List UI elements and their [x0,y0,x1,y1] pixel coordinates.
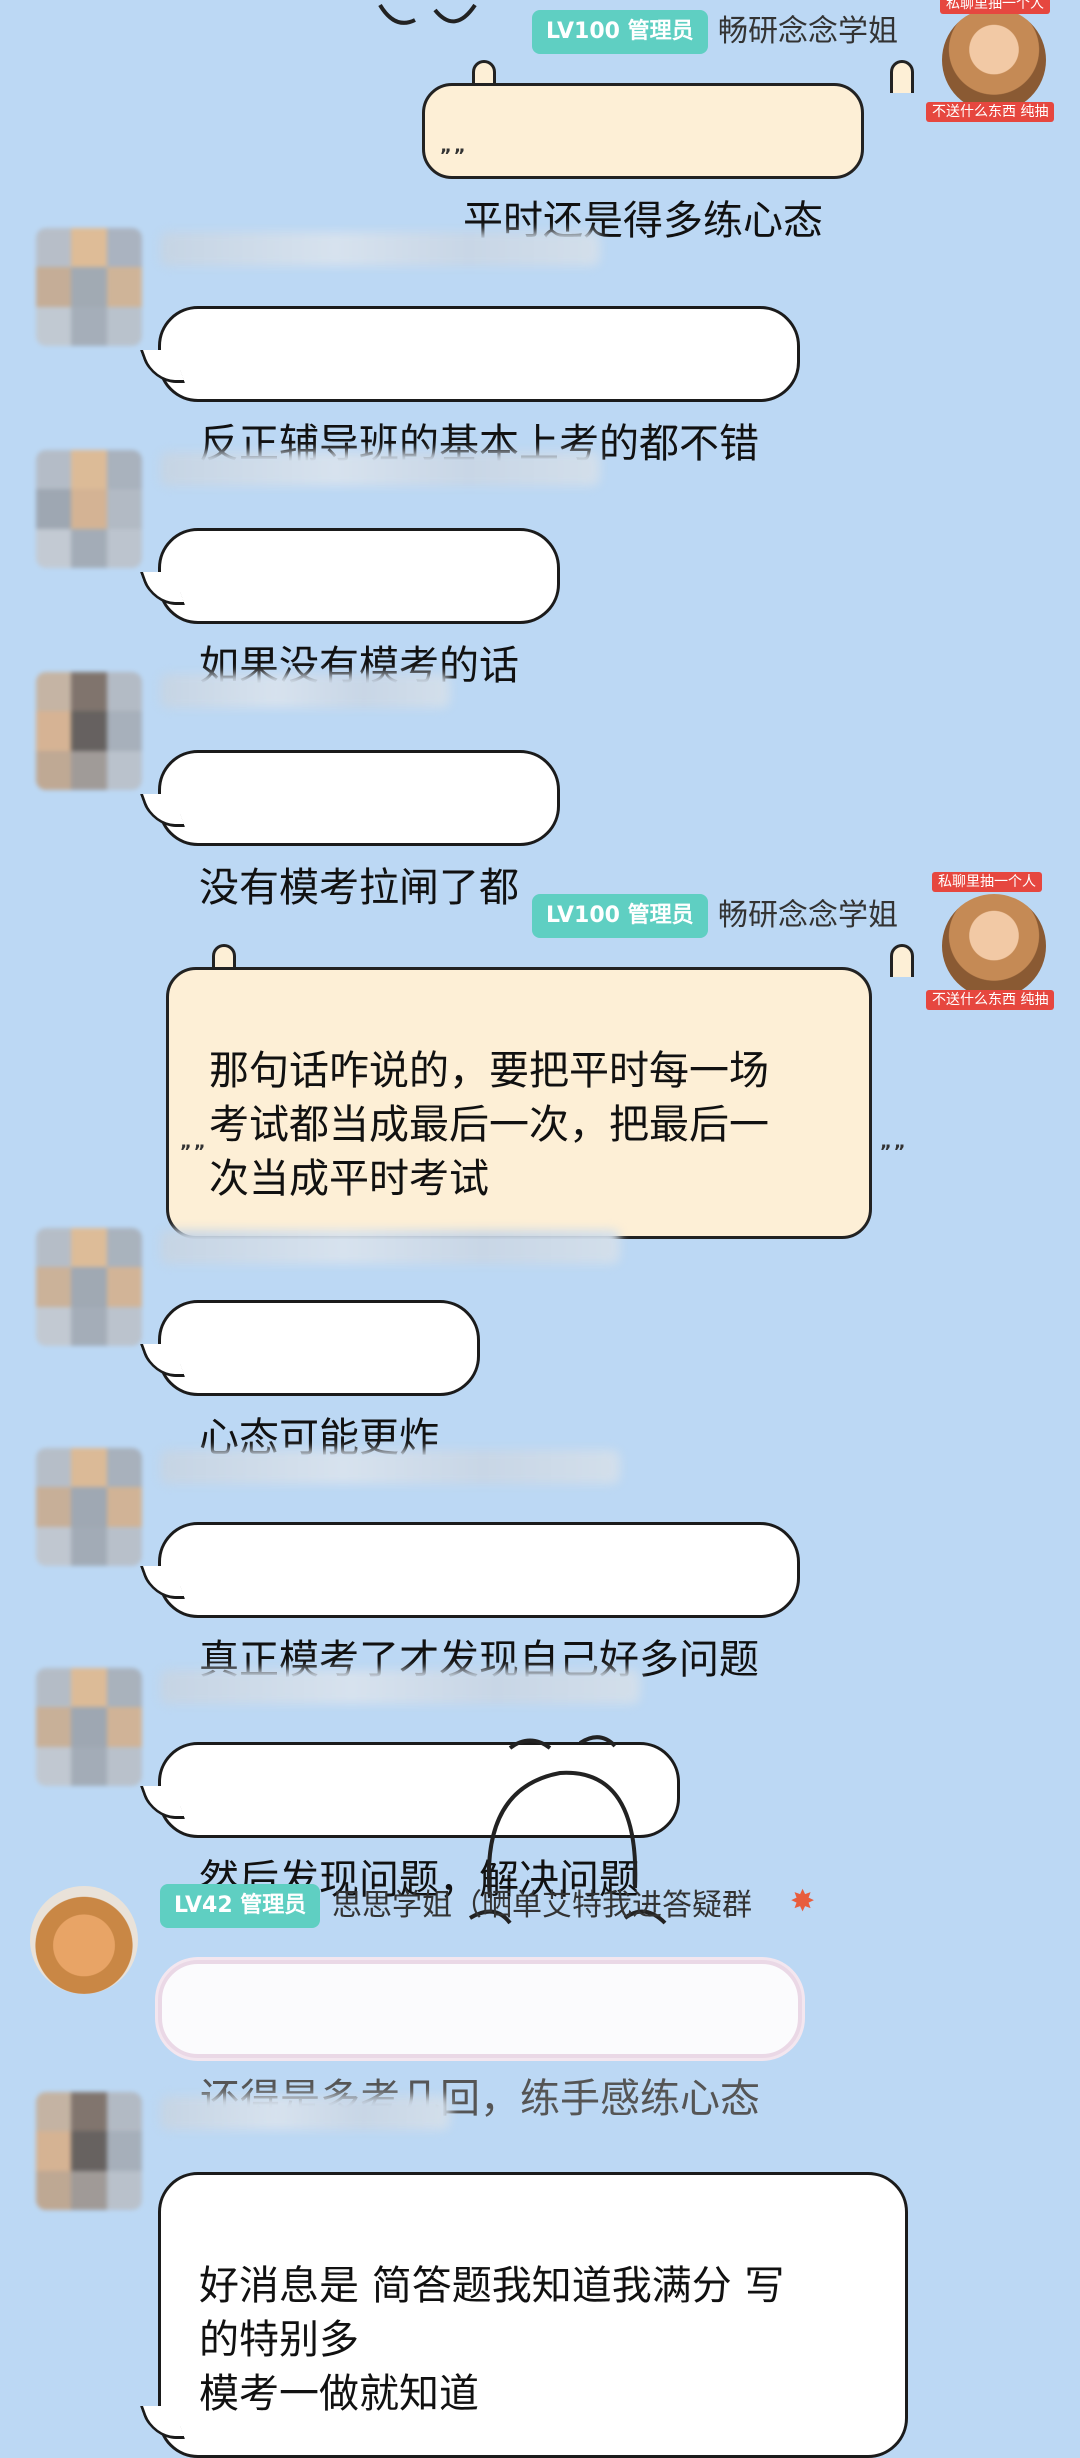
user-avatar[interactable] [36,672,142,790]
level-badge: LV100 管理员 [532,10,708,54]
user-avatar[interactable] [36,2092,142,2210]
message-bubble[interactable]: 反正辅导班的基本上考的都不错 [158,306,800,467]
admin-avatar[interactable] [942,8,1046,112]
sticker-fragment [378,3,477,25]
level-badge: LV100 管理员 [532,894,708,938]
user-avatar[interactable] [36,228,142,346]
sender-name-blurred [160,232,600,266]
bubble-ear-right [890,60,914,93]
message-text: 那句话咋说的，要把平时每一场 考试都当成最后一次，把最后一 次当成平时考试 [209,1048,769,1202]
sender-name-blurred [160,1670,640,1704]
sender-name[interactable]: 畅研念念学姐 [718,894,898,938]
message-bubble[interactable]: 如果没有模考的话 [158,528,560,689]
message-bubble[interactable]: 真正模考了才发现自己好多问题 [158,1522,800,1683]
message-text: 没有模考拉闸了都 [199,865,519,911]
sender-name-blurred [160,1230,620,1264]
avatar-tag-bottom: 不送什么东西 纯抽 [926,102,1055,122]
admin-avatar[interactable] [942,894,1046,998]
sender-name-blurred [160,1450,620,1484]
avatar-tag-bottom: 不送什么东西 纯抽 [926,990,1055,1010]
sender-name[interactable]: 思思学姐（晒单艾特我进答疑群 [332,1884,752,1928]
sender-name-blurred [160,674,450,708]
fire-icon: ✸ [790,1884,816,1919]
avatar-tag-top: 私聊里抽一个人 [940,0,1050,14]
lv42-avatar[interactable] [30,1886,138,1994]
user-avatar[interactable] [36,1228,142,1346]
user-avatar[interactable] [36,1448,142,1566]
bubble-dots: „„ [440,136,468,157]
sender-name-blurred [160,452,600,486]
bubble-ear-right [890,944,914,977]
message-bubble[interactable]: 好消息是 简答题我知道我满分 写 的特别多 模考一做就知道 [158,2172,908,2458]
message-bubble[interactable]: 还得是多考几回，练手感练心态 [158,1960,802,2122]
bubble-dots: „„ [180,1132,208,1153]
message-bubble[interactable]: 平时还是得多练心态 [422,83,864,244]
message-bubble[interactable]: 那句话咋说的，要把平时每一场 考试都当成最后一次，把最后一 次当成平时考试 [166,967,872,1239]
avatar-tag-top: 私聊里抽一个人 [932,872,1042,892]
user-avatar[interactable] [36,1668,142,1786]
user-avatar[interactable] [36,450,142,568]
message-bubble[interactable]: 没有模考拉闸了都 [158,750,560,911]
message-bubble[interactable]: 心态可能更炸 [158,1300,480,1461]
bubble-dots: „„ [880,1132,908,1153]
level-badge: LV42 管理员 [160,1884,321,1928]
sender-name[interactable]: 畅研念念学姐 [718,10,898,54]
sender-name-blurred [160,2096,450,2130]
message-text: 好消息是 简答题我知道我满分 写 的特别多 模考一做就知道 [199,2263,785,2417]
